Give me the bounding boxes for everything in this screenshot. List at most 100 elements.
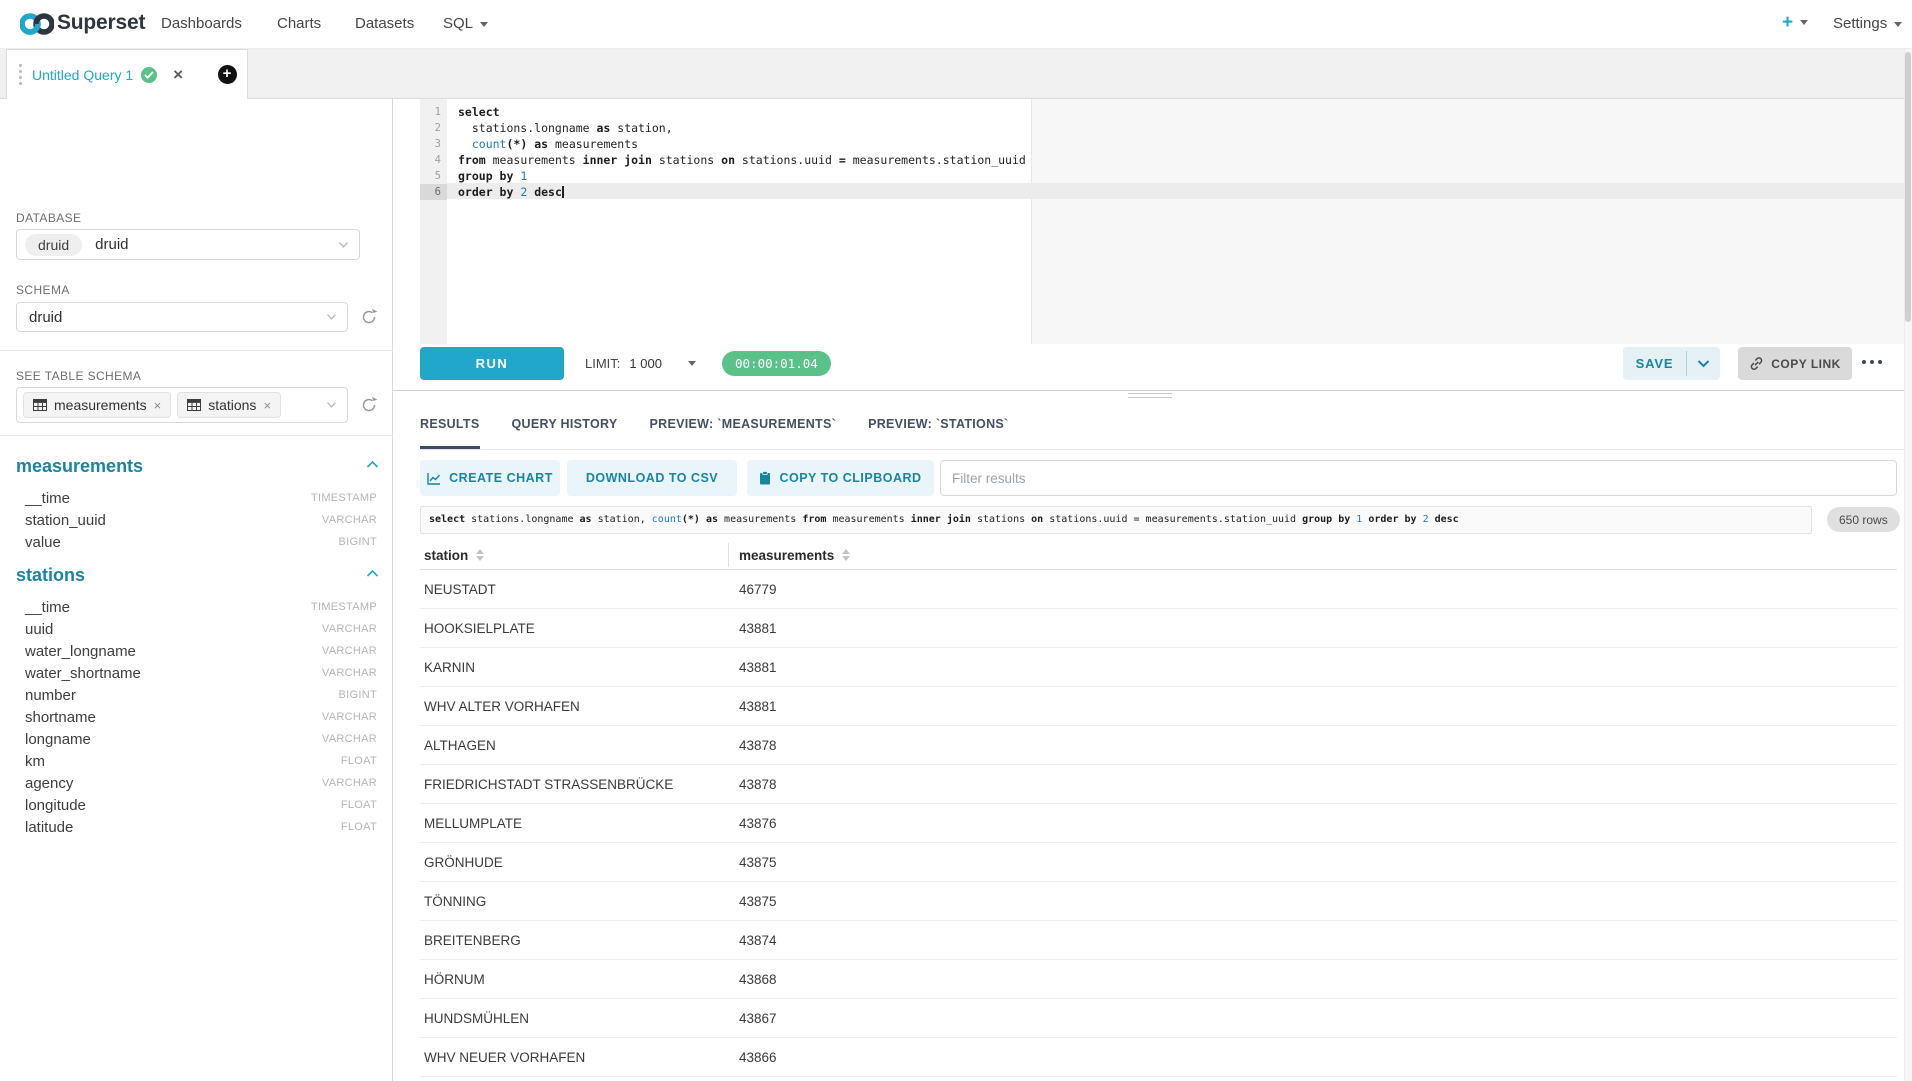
nav-sql-menu[interactable]: SQL	[443, 0, 488, 48]
field-name: km	[25, 753, 45, 770]
schema-field-row: __timeTIMESTAMP	[0, 596, 393, 618]
scrollbar-thumb[interactable]	[1905, 52, 1911, 322]
results-table-header: station measurements	[420, 540, 1897, 570]
field-name: latitude	[25, 819, 73, 836]
field-name: __time	[25, 490, 70, 507]
gutter-line-number: 6	[420, 184, 447, 200]
copy-to-clipboard-button[interactable]: COPY TO CLIPBOARD	[747, 460, 934, 496]
field-name: uuid	[25, 621, 53, 638]
field-type: VARCHAR	[322, 711, 377, 723]
table-heading-measurements[interactable]: measurements	[16, 456, 143, 477]
database-pill: druid	[25, 234, 82, 256]
table-row: TÖNNING43875	[420, 882, 1897, 921]
chevron-down-icon	[326, 313, 337, 321]
field-type: VARCHAR	[322, 777, 377, 789]
refresh-schema-icon[interactable]	[358, 306, 380, 328]
chevron-down-icon	[1697, 359, 1710, 368]
nav-charts[interactable]: Charts	[277, 0, 321, 48]
row-count-badge: 650 rows	[1827, 507, 1900, 532]
save-split-button[interactable]: SAVE	[1623, 347, 1720, 380]
column-header-station[interactable]: station	[424, 540, 484, 570]
download-csv-button[interactable]: DOWNLOAD TO CSV	[567, 460, 737, 496]
schema-field-row: station_uuidVARCHAR	[0, 509, 393, 531]
database-label: DATABASE	[16, 211, 81, 225]
column-header-measurements[interactable]: measurements	[739, 540, 850, 570]
column-label: station	[424, 548, 468, 563]
cell-measurements: 43867	[739, 999, 777, 1038]
table-heading-stations[interactable]: stations	[16, 565, 85, 586]
link-icon	[1749, 356, 1764, 371]
new-item-menu[interactable]: +	[1782, 0, 1808, 48]
run-button[interactable]: RUN	[420, 347, 564, 380]
database-select[interactable]: druid druid	[16, 229, 360, 260]
cell-station: HUNDSMÜHLEN	[424, 999, 529, 1038]
create-chart-button[interactable]: CREATE CHART	[420, 460, 560, 496]
new-query-tab-button[interactable]: +	[207, 49, 248, 99]
chevron-up-icon[interactable]	[366, 460, 379, 469]
tab-preview-measurements[interactable]: PREVIEW: `MEASUREMENTS`	[650, 398, 837, 449]
copy-link-button[interactable]: COPY LINK	[1738, 347, 1852, 380]
table-chip-measurements[interactable]: measurements ×	[23, 392, 171, 418]
limit-dropdown[interactable]: LIMIT: 1 000	[585, 347, 696, 380]
field-name: water_longname	[25, 643, 136, 660]
editor-code-area[interactable]: select stations.longname as station, cou…	[447, 99, 1904, 344]
schema-value: druid	[29, 309, 62, 326]
brand-title: Superset	[57, 11, 145, 35]
schema-field-row: kmFLOAT	[0, 750, 393, 772]
close-tab-icon[interactable]: ×	[173, 65, 183, 85]
results-table-body: NEUSTADT46779HOOKSIELPLATE 43881KARNIN438…	[420, 570, 1897, 1077]
schema-field-row: shortnameVARCHAR	[0, 706, 393, 728]
tab-untitled-query[interactable]: Untitled Query 1 ×	[6, 49, 208, 99]
field-type: VARCHAR	[322, 645, 377, 657]
schema-field-row: water_longname VARCHAR	[0, 640, 393, 662]
save-more-button[interactable]	[1687, 347, 1720, 380]
chevron-up-icon[interactable]	[366, 569, 379, 578]
tab-title: Untitled Query 1	[32, 67, 133, 83]
sort-icon[interactable]	[476, 549, 484, 561]
code-line: order by 2 desc	[458, 184, 1904, 200]
table-row: WHV NEUER VORHAFEN43866	[420, 1038, 1897, 1077]
tab-preview-stations[interactable]: PREVIEW: `STATIONS`	[868, 398, 1008, 449]
nav-dashboards[interactable]: Dashboards	[161, 0, 242, 48]
clipboard-icon	[759, 471, 771, 485]
cell-station: ALTHAGEN	[424, 726, 496, 765]
code-line: group by 1	[458, 168, 1904, 184]
refresh-tables-icon[interactable]	[358, 394, 380, 416]
table-row: KARNIN43881	[420, 648, 1897, 687]
table-row: WHV ALTER VORHAFEN43881	[420, 687, 1897, 726]
schema-sidebar: DATABASE druid druid SCHEMA druid SEE TA…	[0, 99, 393, 1081]
nav-datasets[interactable]: Datasets	[355, 0, 414, 48]
cell-station: HOOKSIELPLATE	[424, 609, 535, 648]
cell-measurements: 43881	[739, 648, 777, 687]
cell-measurements: 43866	[739, 1038, 777, 1077]
tab-query-history[interactable]: QUERY HISTORY	[512, 398, 618, 449]
remove-chip-icon[interactable]: ×	[154, 398, 162, 413]
text-cursor	[562, 186, 564, 198]
table-row: NEUSTADT46779	[420, 570, 1897, 609]
field-name: number	[25, 687, 76, 704]
schema-field-row: valueBIGINT	[0, 531, 393, 553]
table-chip-stations[interactable]: stations ×	[177, 392, 281, 418]
create-chart-label: CREATE CHART	[449, 471, 553, 485]
code-line: count(*) as measurements	[458, 136, 1904, 152]
save-label[interactable]: SAVE	[1623, 347, 1686, 380]
sql-lab-page: Superset Dashboards Charts Datasets SQL …	[0, 0, 1912, 1081]
cell-measurements: 43878	[739, 726, 777, 765]
field-name: __time	[25, 599, 70, 616]
table-schema-select[interactable]: measurements × stations ×	[16, 387, 348, 423]
database-name: druid	[95, 236, 128, 253]
sort-icon[interactable]	[842, 549, 850, 561]
cell-station: BREITENBERG	[424, 921, 521, 960]
cell-measurements: 43881	[739, 609, 777, 648]
drag-handle-icon[interactable]	[19, 64, 23, 85]
cell-measurements: 46779	[739, 570, 777, 609]
tab-results[interactable]: RESULTS	[420, 398, 480, 449]
remove-chip-icon[interactable]: ×	[263, 398, 271, 413]
more-actions-button[interactable]	[1862, 360, 1882, 364]
field-name: value	[25, 534, 61, 551]
cell-measurements: 43878	[739, 765, 777, 804]
gutter-line-number: 5	[420, 168, 447, 184]
filter-results-input[interactable]	[940, 460, 1897, 496]
settings-menu[interactable]: Settings	[1833, 0, 1902, 48]
schema-select[interactable]: druid	[16, 302, 348, 332]
